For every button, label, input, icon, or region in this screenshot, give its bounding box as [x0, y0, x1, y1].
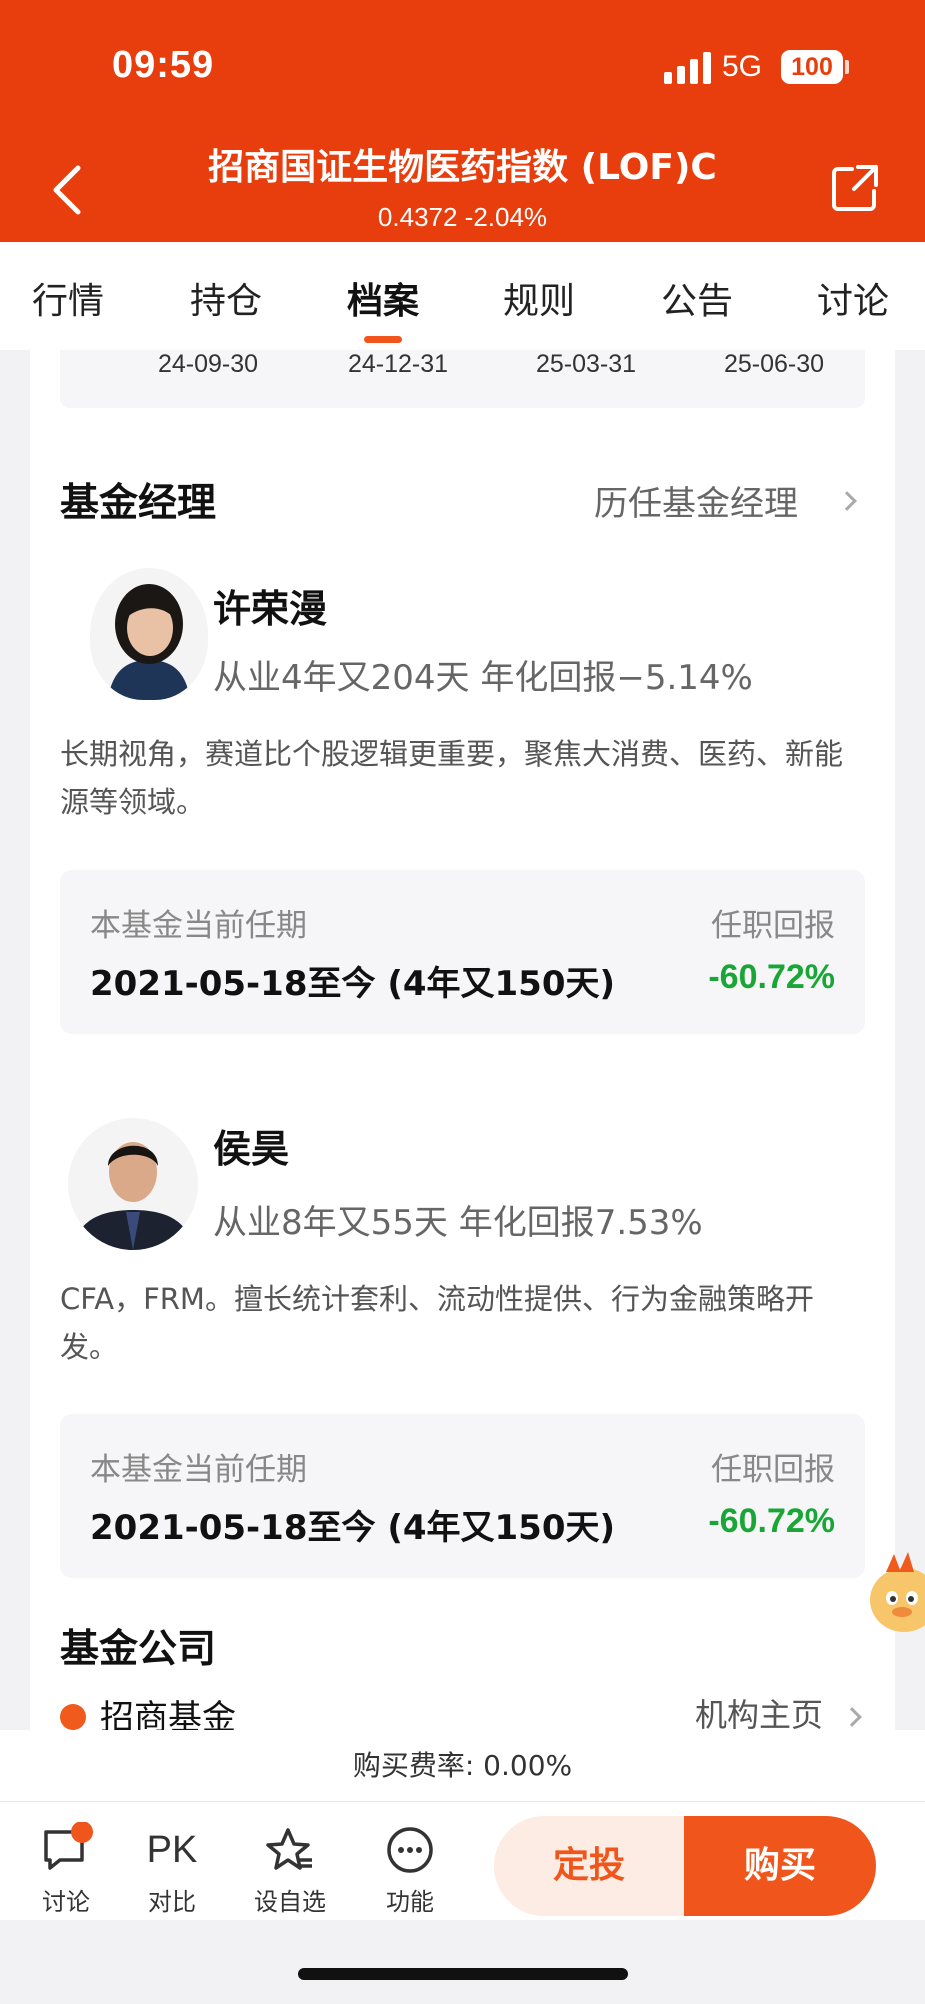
manager-stats: 从业4年又204天 年化回报−5.14%	[213, 658, 753, 698]
status-time: 09:59	[112, 44, 215, 86]
tenure-label: 本基金当前任期	[90, 1452, 307, 1488]
tenure-return-value: -60.72%	[708, 958, 835, 996]
company-section-title: 基金公司	[60, 1627, 217, 1672]
manager-name[interactable]: 许荣漫	[213, 578, 327, 633]
mascot-icon[interactable]	[866, 1548, 925, 1638]
battery-tip	[845, 60, 849, 74]
company-name: 招商基金	[100, 1698, 236, 1730]
avatar[interactable]	[90, 568, 208, 700]
fund-price-change: 0.4372 -2.04%	[377, 202, 548, 232]
tab-market[interactable]: 行情	[8, 272, 128, 324]
bottom-action-bar: 讨论 PK 对比 设自选 功能 定投 购买	[0, 1802, 925, 1920]
more-icon	[387, 1827, 433, 1873]
chat-bubble-icon	[44, 1822, 93, 1870]
manager-history-link[interactable]: 历任基金经理	[594, 476, 798, 525]
report-date: 24-12-31	[347, 350, 449, 378]
discuss-button[interactable]: 讨论	[21, 1822, 111, 1917]
compare-label: 对比	[148, 1888, 196, 1916]
report-date: 25-03-31	[535, 350, 637, 378]
tab-profile[interactable]: 档案	[323, 272, 443, 324]
report-date: 25-06-30	[723, 350, 825, 378]
tenure-range: 2021-05-18至今 (4年又150天)	[90, 1508, 616, 1548]
tab-bar: 行情 持仓 档案 规则 公告 讨论	[0, 242, 925, 350]
tenure-box: 本基金当前任期 任职回报 2021-05-18至今 (4年又150天) -60.…	[60, 870, 865, 1034]
company-logo-icon	[60, 1704, 86, 1730]
manager-description: CFA，FRM。擅长统计套利、流动性提供、行为金融策略开发。	[60, 1282, 814, 1364]
manager-stats: 从业8年又55天 年化回报7.53%	[213, 1203, 703, 1243]
tenure-return-label: 任职回报	[711, 908, 835, 944]
add-watchlist-button[interactable]: 设自选	[245, 1822, 335, 1917]
chevron-right-icon	[837, 491, 857, 511]
function-button[interactable]: 功能	[365, 1822, 455, 1917]
company-homepage-link[interactable]: 机构主页	[695, 1690, 823, 1730]
fund-detail-page: 09:59 5G 100 招商国证生物医药指数 (LOF)C 0.4372 -2…	[0, 0, 925, 2004]
manager-name[interactable]: 侯昊	[213, 1118, 289, 1173]
report-date-row: 24-09-30 24-12-31 25-03-31 25-06-30	[60, 350, 865, 408]
share-icon[interactable]	[830, 163, 880, 213]
discuss-label: 讨论	[42, 1888, 90, 1916]
tab-announcements[interactable]: 公告	[637, 272, 757, 324]
avatar[interactable]	[68, 1118, 198, 1250]
report-date: 24-09-30	[157, 350, 259, 378]
compare-button[interactable]: PK 对比	[127, 1822, 217, 1917]
company-row[interactable]: 招商基金 机构主页	[60, 1690, 865, 1730]
tab-holdings[interactable]: 持仓	[166, 272, 286, 324]
buy-button[interactable]: 购买	[684, 1816, 876, 1916]
battery-icon: 100	[781, 50, 843, 84]
tenure-return-label: 任职回报	[711, 1452, 835, 1488]
purchase-fee: 购买费率: 0.00%	[0, 1730, 925, 1802]
app-header: 09:59 5G 100 招商国证生物医药指数 (LOF)C 0.4372 -2…	[0, 0, 925, 242]
tab-rules[interactable]: 规则	[479, 272, 599, 324]
tenure-box: 本基金当前任期 任职回报 2021-05-18至今 (4年又150天) -60.…	[60, 1414, 865, 1578]
network-type: 5G	[722, 50, 763, 83]
active-tab-indicator	[364, 336, 402, 343]
fund-title: 招商国证生物医药指数 (LOF)C	[208, 147, 717, 188]
tab-discussion[interactable]: 讨论	[793, 272, 913, 324]
pk-icon: PK	[146, 1829, 198, 1871]
profile-card: 24-09-30 24-12-31 25-03-31 25-06-30 基金经理…	[30, 350, 895, 1730]
tenure-range: 2021-05-18至今 (4年又150天)	[90, 964, 616, 1004]
star-icon	[266, 1828, 312, 1870]
managers-section-title: 基金经理	[60, 481, 217, 526]
home-indicator[interactable]	[298, 1968, 628, 1980]
watchlist-label: 设自选	[254, 1888, 326, 1916]
tenure-label: 本基金当前任期	[90, 908, 307, 944]
chevron-right-icon	[842, 1707, 862, 1727]
auto-invest-button[interactable]: 定投	[494, 1816, 684, 1916]
manager-description: 长期视角，赛道比个股逻辑更重要，聚焦大消费、医药、新能源等领域。	[60, 737, 844, 819]
signal-icon	[664, 52, 712, 84]
function-label: 功能	[386, 1888, 434, 1916]
tenure-return-value: -60.72%	[708, 1502, 835, 1540]
